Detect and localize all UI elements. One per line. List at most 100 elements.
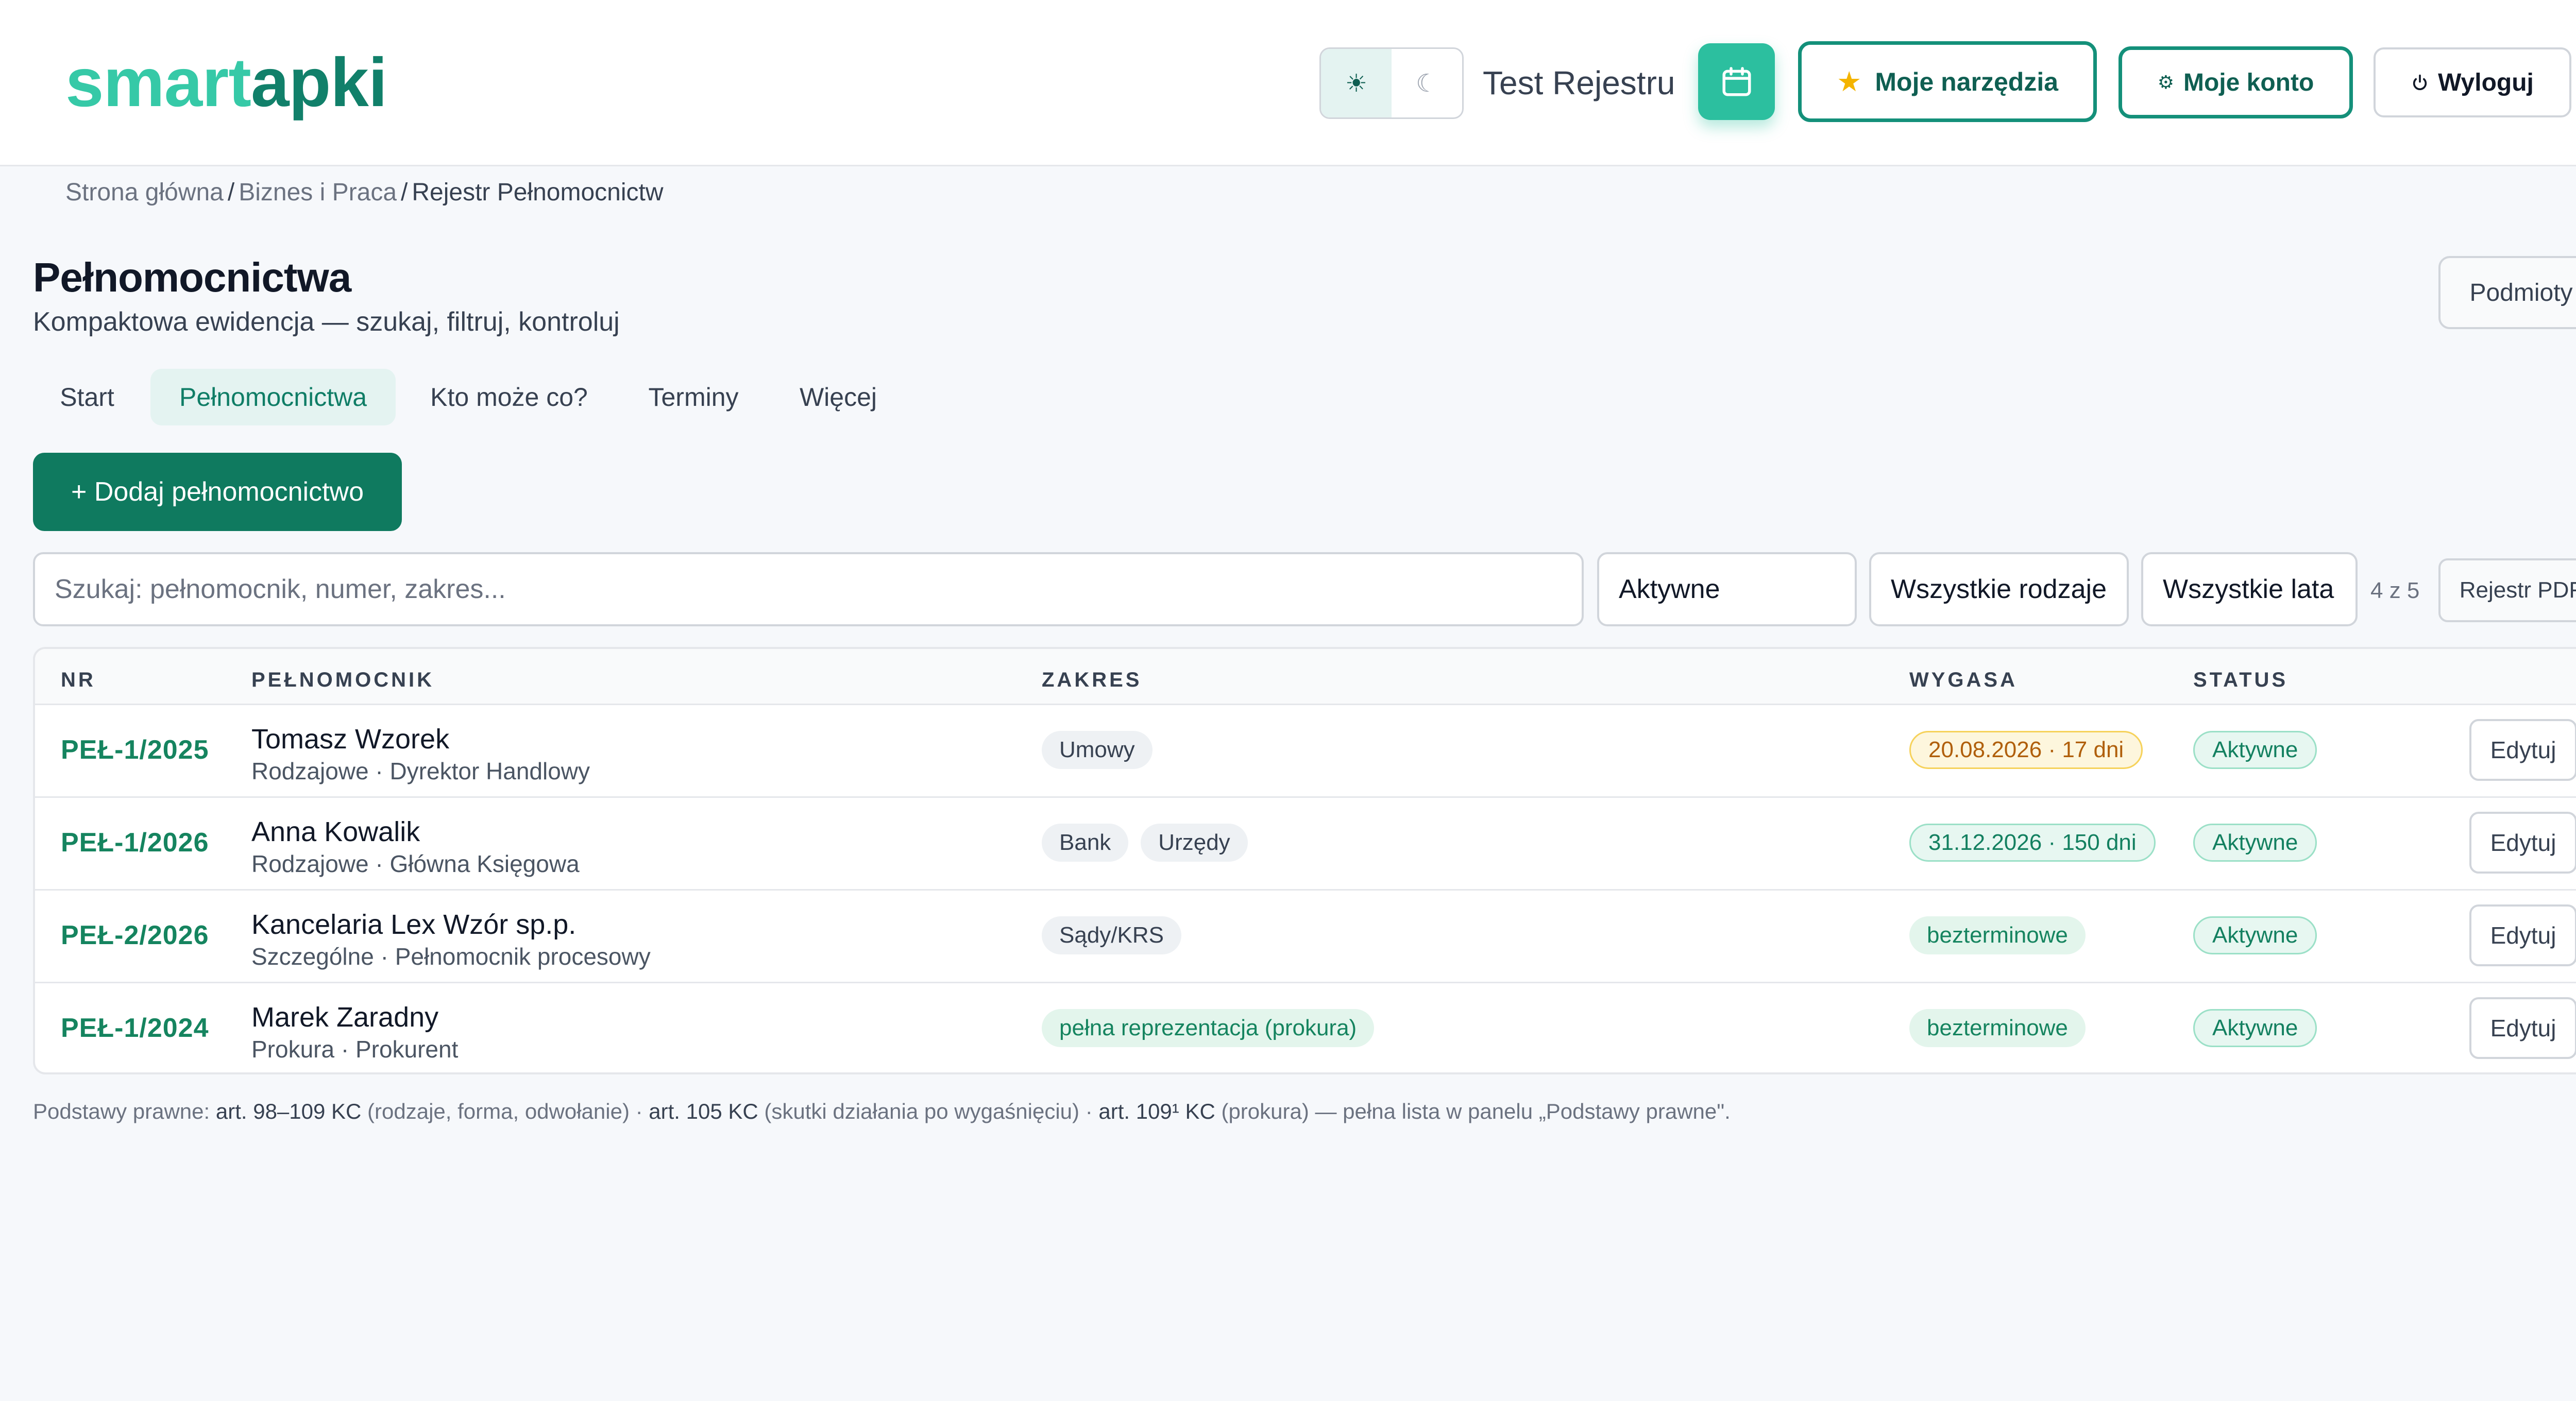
my-tools-button[interactable]: ★ Moje narzędzia <box>1798 41 2097 122</box>
page-subtitle: Kompaktowa ewidencja — szukaj, filtruj, … <box>33 307 620 337</box>
footnote-text: (prokura) — pełna lista w panelu „Podsta… <box>1215 1099 1731 1123</box>
add-power-of-attorney-button[interactable]: + Dodaj pełnomocnictwo <box>33 453 402 531</box>
footnote-prefix: Podstawy prawne: <box>33 1099 216 1123</box>
moon-icon: ☾ <box>1415 70 1438 97</box>
status-badge: Aktywne <box>2193 1009 2317 1047</box>
scope-chips: Umowy <box>1042 731 1153 769</box>
logo-part-smart: smart <box>65 44 251 121</box>
expiry-cell: 20.08.2026 · 17 dni <box>1909 731 2143 769</box>
tab-terminy[interactable]: Terminy <box>622 369 765 425</box>
row-number[interactable]: PEŁ-1/2025 <box>61 734 209 765</box>
status-badge: Aktywne <box>2193 916 2317 954</box>
edit-button[interactable]: Edytuj <box>2469 719 2576 781</box>
scope-chip: Bank <box>1042 824 1129 862</box>
logout-label: Wyloguj <box>2438 69 2534 96</box>
scope-chip: pełna reprezentacja (prokura) <box>1042 1009 1375 1047</box>
legal-basis-footnote: Podstawy prawne: art. 98–109 KC (rodzaje… <box>33 1099 1731 1124</box>
expiry-badge: 20.08.2026 · 17 dni <box>1909 731 2143 769</box>
breadcrumb-item-home[interactable]: Strona główna <box>65 179 224 206</box>
attorney-name: Marek Zaradny <box>251 1002 439 1033</box>
scope-chip: Sądy/KRS <box>1042 916 1181 954</box>
calendar-icon <box>1722 66 1751 96</box>
table-header: NR PEŁNOMOCNIK ZAKRES WYGASA STATUS <box>35 649 2576 705</box>
attorney-details: Rodzajowe · Główna Księgowa <box>251 850 580 877</box>
logout-button[interactable]: Wyloguj <box>2374 47 2571 117</box>
legal-reference: art. 105 KC <box>649 1099 758 1123</box>
footnote-text: (rodzaje, forma, odwołanie) · <box>361 1099 649 1123</box>
my-account-button[interactable]: ⚙ Moje konto <box>2119 46 2353 118</box>
logo-part-apki: apki <box>250 44 387 121</box>
status-cell: Aktywne <box>2193 1009 2317 1047</box>
powers-table: NR PEŁNOMOCNIK ZAKRES WYGASA STATUS PEŁ-… <box>33 647 2576 1074</box>
table-row: PEŁ-1/2026 Anna Kowalik Rodzajowe · Głów… <box>35 796 2576 891</box>
legal-reference: art. 98–109 KC <box>215 1099 362 1123</box>
breadcrumb-separator: / <box>401 179 408 206</box>
legal-reference: art. 109¹ KC <box>1098 1099 1215 1123</box>
edit-button[interactable]: Edytuj <box>2469 997 2576 1059</box>
tab-wiecej[interactable]: Więcej <box>779 369 897 425</box>
my-account-label: Moje konto <box>2183 69 2314 96</box>
breadcrumb: Strona główna / Biznes i Praca / Rejestr Peł… <box>65 178 664 207</box>
page: smartapki ☀ ☾ Test Rejestru ★ Moje narzę… <box>0 0 2576 1401</box>
attorney-details: Szczególne · Pełnomocnik procesowy <box>251 943 651 970</box>
column-header-pelnomocnik: PEŁNOMOCNIK <box>251 669 434 691</box>
row-number[interactable]: PEŁ-1/2026 <box>61 827 209 858</box>
column-header-nr: NR <box>61 669 96 691</box>
column-header-wygasa: WYGASA <box>1909 669 2018 691</box>
tab-start[interactable]: Start <box>33 369 141 425</box>
table-row: PEŁ-2/2026 Kancelaria Lex Wzór sp.p. Szc… <box>35 889 2576 983</box>
scope-chips: pełna reprezentacja (prokura) <box>1042 1009 1375 1047</box>
power-icon <box>2413 74 2427 91</box>
status-cell: Aktywne <box>2193 824 2317 862</box>
edit-button[interactable]: Edytuj <box>2469 904 2576 966</box>
footnote-text: (skutki działania po wygaśnięciu) · <box>758 1099 1099 1123</box>
my-tools-label: Moje narzędzia <box>1875 67 2059 96</box>
year-filter-select[interactable]: Wszystkie lata <box>2141 552 2358 626</box>
expiry-cell: bezterminowe <box>1909 1009 2086 1047</box>
gear-icon: ⚙ <box>2157 72 2174 93</box>
status-badge: Aktywne <box>2193 824 2317 862</box>
app-logo[interactable]: smartapki <box>65 43 387 122</box>
scope-chips: Bank Urzędy <box>1042 824 1248 862</box>
scope-chip: Umowy <box>1042 731 1153 769</box>
tab-pelnomocnictwa[interactable]: Pełnomocnictwa <box>150 369 396 425</box>
result-count: 4 z 5 <box>2370 578 2420 603</box>
status-filter-select[interactable]: Aktywne <box>1597 552 1857 626</box>
column-header-status: STATUS <box>2193 669 2289 691</box>
kind-filter-select[interactable]: Wszystkie rodzaje <box>1869 552 2129 626</box>
table-row: PEŁ-1/2024 Marek Zaradny Prokura · Proku… <box>35 982 2576 1072</box>
row-number[interactable]: PEŁ-1/2024 <box>61 1013 209 1044</box>
app-header: smartapki ☀ ☾ Test Rejestru ★ Moje narzę… <box>0 0 2576 166</box>
company-name: Test Rejestru <box>1483 64 1675 101</box>
status-cell: Aktywne <box>2193 916 2317 954</box>
edit-button[interactable]: Edytuj <box>2469 812 2576 874</box>
breadcrumb-item-business[interactable]: Biznes i Praca <box>239 179 397 206</box>
expiry-badge: bezterminowe <box>1909 916 2086 954</box>
calendar-button[interactable] <box>1698 43 1775 120</box>
column-header-zakres: ZAKRES <box>1042 669 1142 691</box>
light-theme-button[interactable]: ☀ <box>1321 49 1392 117</box>
scope-chips: Sądy/KRS <box>1042 916 1181 954</box>
expiry-cell: bezterminowe <box>1909 916 2086 954</box>
tab-kto-moze-co[interactable]: Kto może co? <box>412 369 606 425</box>
attorney-name: Anna Kowalik <box>251 816 420 847</box>
row-number[interactable]: PEŁ-2/2026 <box>61 920 209 951</box>
expiry-badge: bezterminowe <box>1909 1009 2086 1047</box>
page-title: Pełnomocnictwa <box>33 254 351 300</box>
entities-button[interactable]: Podmioty <box>2438 256 2576 329</box>
attorney-details: Rodzajowe · Dyrektor Handlowy <box>251 758 590 784</box>
expiry-cell: 31.12.2026 · 150 dni <box>1909 824 2156 862</box>
expiry-badge: 31.12.2026 · 150 dni <box>1909 824 2156 862</box>
breadcrumb-separator: / <box>227 179 235 206</box>
attorney-name: Kancelaria Lex Wzór sp.p. <box>251 909 577 940</box>
status-badge: Aktywne <box>2193 731 2317 769</box>
search-input[interactable] <box>33 552 1584 626</box>
star-icon: ★ <box>1836 66 1862 97</box>
breadcrumb-item-current: Rejestr Pełnomocnictw <box>412 179 664 206</box>
pdf-register-button[interactable]: Rejestr PDF <box>2438 558 2576 622</box>
status-cell: Aktywne <box>2193 731 2317 769</box>
attorney-details: Prokura · Prokurent <box>251 1036 459 1063</box>
sun-icon: ☀ <box>1345 70 1368 97</box>
dark-theme-button[interactable]: ☾ <box>1392 49 1462 117</box>
table-row: PEŁ-1/2025 Tomasz Wzorek Rodzajowe · Dyr… <box>35 704 2576 798</box>
